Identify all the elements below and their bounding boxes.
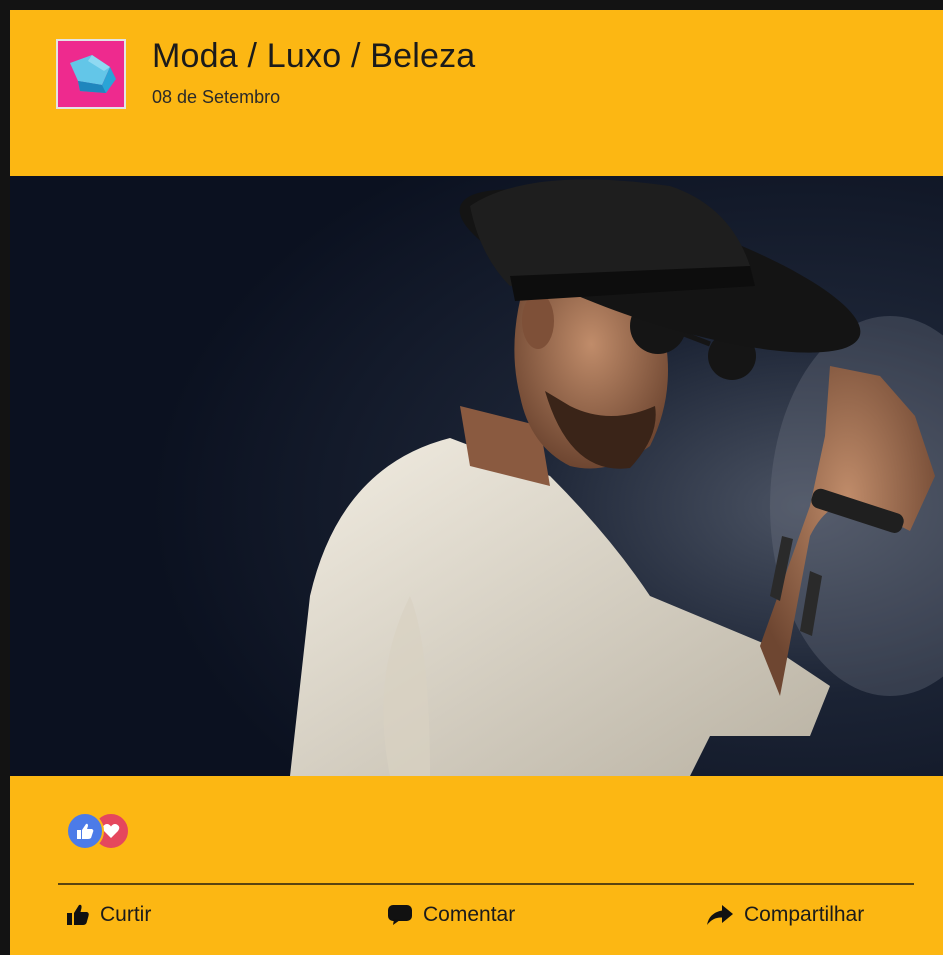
like-label: Curtir bbox=[100, 903, 152, 926]
action-divider bbox=[58, 883, 914, 885]
reaction-summary[interactable] bbox=[66, 812, 146, 850]
heart-icon bbox=[102, 824, 120, 838]
share-arrow-icon bbox=[706, 904, 734, 926]
thumbs-up-icon bbox=[77, 823, 94, 839]
like-button[interactable]: Curtir bbox=[66, 900, 151, 930]
post-footer: Curtir Comentar Compartilhar bbox=[10, 776, 943, 955]
post-date[interactable]: 08 de Setembro bbox=[152, 87, 280, 108]
post-photo[interactable] bbox=[10, 176, 943, 776]
man-in-hat-photo bbox=[10, 176, 943, 776]
comment-icon bbox=[387, 904, 413, 926]
share-label: Compartilhar bbox=[744, 903, 865, 926]
comment-button[interactable]: Comentar bbox=[387, 900, 515, 930]
like-reaction bbox=[66, 812, 104, 850]
bucket-hat-icon bbox=[70, 55, 116, 93]
post-card: Moda / Luxo / Beleza 08 de Setembro Curt… bbox=[0, 0, 943, 955]
post-header: Moda / Luxo / Beleza 08 de Setembro bbox=[10, 10, 943, 176]
comment-label: Comentar bbox=[423, 903, 516, 926]
page-avatar[interactable] bbox=[56, 39, 126, 109]
page-title[interactable]: Moda / Luxo / Beleza bbox=[152, 37, 475, 76]
share-button[interactable]: Compartilhar bbox=[706, 900, 864, 930]
thumbs-up-icon bbox=[66, 904, 90, 926]
